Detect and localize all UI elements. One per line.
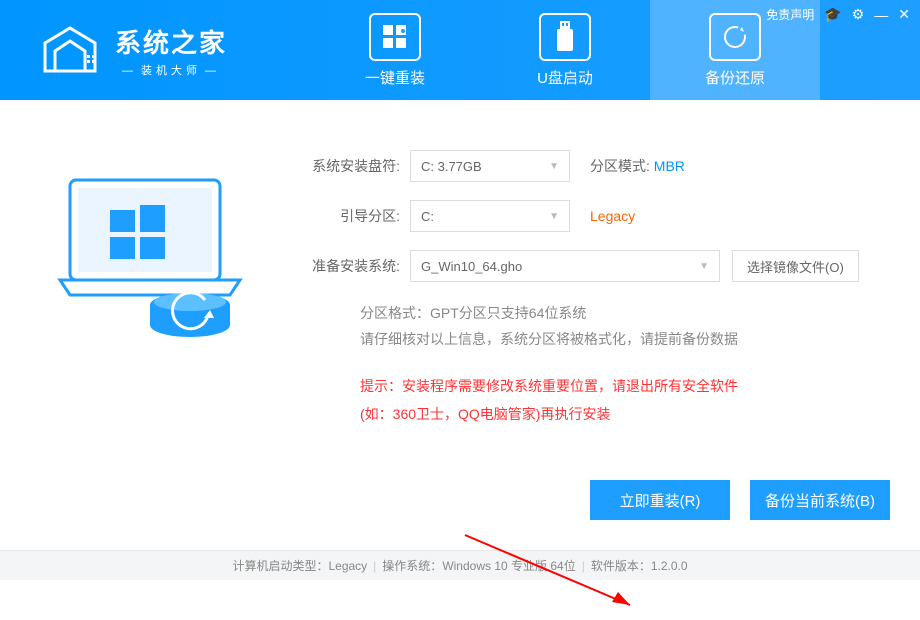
window-controls: 免责声明 🎓 ⚙ — ✕ — [766, 6, 910, 23]
row-prepare-system: 准备安装系统: G_Win10_64.gho ▼ 选择镜像文件(O) — [300, 250, 890, 282]
logo-icon — [35, 23, 105, 78]
chevron-down-icon: ▼ — [549, 161, 559, 172]
tab-label: U盘启动 — [537, 67, 593, 88]
prepare-system-select[interactable]: G_Win10_64.gho ▼ — [410, 250, 720, 282]
laptop-illustration — [50, 170, 250, 350]
chevron-down-icon: ▼ — [549, 211, 559, 222]
reinstall-button[interactable]: 立即重装(R) — [590, 480, 730, 520]
boot-partition-select[interactable]: C: ▼ — [410, 200, 570, 232]
choose-image-button[interactable]: 选择镜像文件(O) — [732, 250, 859, 282]
info-text: 分区格式：GPT分区只支持64位系统 请仔细核对以上信息，系统分区将被格式化，请… — [360, 300, 890, 352]
backup-button[interactable]: 备份当前系统(B) — [750, 480, 890, 520]
content-area: 系统安装盘符: C: 3.77GB ▼ 分区模式: MBR 引导分区: C: ▼… — [0, 100, 920, 550]
reinstall-icon — [369, 13, 421, 61]
header: 系统之家 装机大师 一键重装 U盘启动 备份还原 免责声明 🎓 ⚙ — ✕ — [0, 0, 920, 100]
tab-label: 一键重装 — [365, 67, 425, 88]
chevron-down-icon: ▼ — [699, 261, 709, 272]
boot-mode-info: Legacy — [590, 208, 635, 224]
action-buttons: 立即重装(R) 备份当前系统(B) — [590, 480, 890, 520]
logo-subtitle: 装机大师 — [115, 62, 227, 78]
logo-title: 系统之家 — [115, 23, 227, 60]
tab-one-click-reinstall[interactable]: 一键重装 — [310, 0, 480, 100]
prepare-label: 准备安装系统: — [300, 256, 400, 276]
partition-mode-info: 分区模式: MBR — [590, 156, 685, 176]
minimize-icon[interactable]: — — [874, 7, 888, 23]
close-icon[interactable]: ✕ — [898, 6, 910, 23]
status-bar: 计算机启动类型：Legacy | 操作系统：Windows 10 专业版 64位… — [0, 550, 920, 580]
settings-icon[interactable]: ⚙ — [852, 6, 865, 23]
row-install-drive: 系统安装盘符: C: 3.77GB ▼ 分区模式: MBR — [300, 150, 890, 182]
form-area: 系统安装盘符: C: 3.77GB ▼ 分区模式: MBR 引导分区: C: ▼… — [300, 150, 890, 428]
install-drive-select[interactable]: C: 3.77GB ▼ — [410, 150, 570, 182]
install-drive-label: 系统安装盘符: — [300, 156, 400, 176]
warning-text: 提示：安装程序需要修改系统重要位置，请退出所有安全软件 (如：360卫士，QQ电… — [360, 372, 890, 428]
logo-area: 系统之家 装机大师 — [0, 23, 310, 78]
restore-icon — [709, 13, 761, 61]
disclaimer-link[interactable]: 免责声明 — [766, 6, 814, 23]
tab-label: 备份还原 — [705, 67, 765, 88]
usb-icon — [539, 13, 591, 61]
tab-usb-boot[interactable]: U盘启动 — [480, 0, 650, 100]
boot-partition-label: 引导分区: — [300, 206, 400, 226]
graduation-icon[interactable]: 🎓 — [824, 6, 841, 23]
row-boot-partition: 引导分区: C: ▼ Legacy — [300, 200, 890, 232]
